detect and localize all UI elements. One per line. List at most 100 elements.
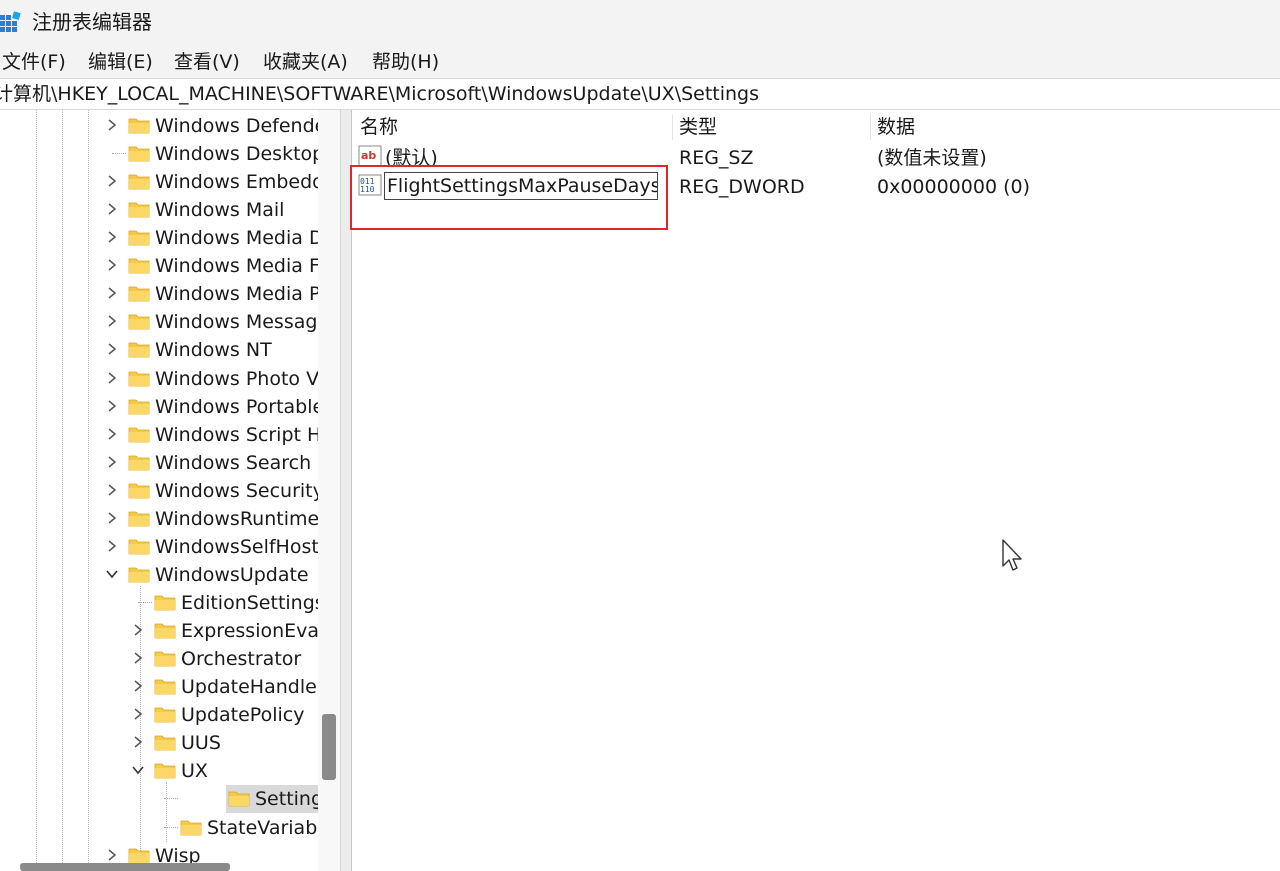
- folder-icon: [154, 595, 176, 611]
- chevron-right-icon[interactable]: [104, 173, 120, 189]
- folder-icon: [154, 623, 176, 639]
- tree-item[interactable]: UUS: [0, 729, 318, 757]
- tree-item[interactable]: UpdatePolicy: [0, 701, 318, 729]
- tree-item-label: Windows Search: [155, 451, 312, 474]
- folder-icon: [128, 399, 150, 414]
- tree-item[interactable]: Windows Defender: [0, 112, 318, 140]
- tree-horizontal-scroll-thumb[interactable]: [20, 863, 230, 871]
- chevron-right-icon[interactable]: [104, 201, 120, 217]
- tree-item[interactable]: WindowsRuntime: [0, 505, 318, 533]
- folder-icon: [128, 483, 150, 499]
- folder-icon: [128, 118, 150, 134]
- menu-edit[interactable]: 编辑(E): [88, 49, 153, 75]
- folder-icon: [128, 455, 150, 471]
- address-bar[interactable]: 计算机\HKEY_LOCAL_MACHINE\SOFTWARE\Microsof…: [0, 78, 1280, 110]
- tree-item-label: Windows Media D: [155, 227, 318, 250]
- tree-item[interactable]: WindowsUpdate: [0, 561, 318, 589]
- chevron-right-icon[interactable]: [104, 313, 120, 329]
- tree-item-label: Windows Script H: [155, 423, 318, 446]
- tree-item[interactable]: Windows Photo V: [0, 365, 318, 393]
- tree-item[interactable]: Windows Search: [0, 449, 318, 477]
- tree-item[interactable]: Windows Media F: [0, 252, 318, 280]
- tree-item[interactable]: Windows NT: [0, 336, 318, 364]
- chevron-right-icon[interactable]: [130, 678, 146, 694]
- tree-item[interactable]: Settings: [0, 785, 318, 814]
- tree-item[interactable]: Windows Mail: [0, 196, 318, 224]
- folder-icon: [128, 315, 150, 330]
- tree-item[interactable]: Windows Portable: [0, 393, 318, 421]
- tree-vertical-scroll-thumb[interactable]: [322, 714, 336, 780]
- tree-item-label: Windows Security: [155, 479, 318, 502]
- folder-icon: [180, 820, 202, 835]
- column-header-type[interactable]: 类型: [679, 114, 717, 140]
- tree-item-label: UpdatePolicy: [181, 704, 305, 727]
- menu-favorites[interactable]: 收藏夹(A): [263, 49, 348, 75]
- mouse-pointer-icon: [1002, 539, 1022, 571]
- tree-item-label: Orchestrator: [181, 648, 302, 671]
- svg-text:ab: ab: [361, 149, 376, 162]
- chevron-right-icon[interactable]: [104, 370, 120, 386]
- chevron-right-icon[interactable]: [104, 398, 120, 414]
- chevron-right-icon[interactable]: [104, 341, 120, 357]
- tree-connector-line: [138, 602, 152, 604]
- tree-item[interactable]: Windows Media D: [0, 224, 318, 252]
- tree-item-label: Windows Photo V: [155, 367, 318, 390]
- column-separator[interactable]: [870, 114, 871, 140]
- key-tree[interactable]: Windows Defender Windows Desktop Windows E…: [0, 110, 318, 871]
- chevron-right-icon[interactable]: [104, 257, 120, 273]
- chevron-right-icon[interactable]: [130, 650, 146, 666]
- folder-icon: [128, 371, 150, 386]
- folder-icon: [154, 735, 176, 751]
- column-header-data[interactable]: 数据: [877, 114, 915, 140]
- tree-item[interactable]: Windows Messaging: [0, 308, 318, 336]
- tree-item-label: UpdateHandlers: [181, 676, 318, 699]
- tree-item[interactable]: Windows Desktop: [0, 140, 318, 168]
- tree-item[interactable]: Windows Security: [0, 477, 318, 505]
- address-path[interactable]: 计算机\HKEY_LOCAL_MACHINE\SOFTWARE\Microsof…: [0, 82, 759, 106]
- tree-item[interactable]: Windows Embedded: [0, 168, 318, 196]
- tree-item[interactable]: Windows Script H: [0, 421, 318, 449]
- tree-item[interactable]: StateVariables: [0, 814, 318, 842]
- menu-view[interactable]: 查看(V): [174, 49, 240, 75]
- chevron-right-icon[interactable]: [104, 117, 120, 133]
- tree-item[interactable]: ExpressionEva: [0, 617, 318, 645]
- tree-item-label: ExpressionEva: [181, 620, 318, 643]
- chevron-down-icon[interactable]: [104, 566, 120, 582]
- tree-item[interactable]: Orchestrator: [0, 645, 318, 673]
- column-separator[interactable]: [672, 114, 673, 140]
- folder-icon: [228, 792, 250, 807]
- chevron-right-icon[interactable]: [130, 734, 146, 750]
- chevron-right-icon[interactable]: [104, 482, 120, 498]
- tree-connector-line: [164, 826, 178, 828]
- column-header-name[interactable]: 名称: [360, 114, 398, 140]
- tree-item[interactable]: Windows Media P: [0, 280, 318, 308]
- menu-file[interactable]: 文件(F): [2, 49, 66, 75]
- tree-item-label: UUS: [181, 732, 221, 755]
- tree-item-label: Windows Defender: [155, 115, 318, 137]
- folder-icon: [128, 146, 150, 162]
- chevron-right-icon[interactable]: [130, 706, 146, 722]
- chevron-down-icon[interactable]: [130, 762, 146, 778]
- chevron-right-icon[interactable]: [104, 454, 120, 470]
- folder-icon: [154, 651, 176, 667]
- tree-item-label: Windows Media P: [155, 283, 318, 306]
- folder-icon: [154, 679, 176, 695]
- chevron-right-icon[interactable]: [104, 538, 120, 554]
- folder-icon: [128, 567, 150, 583]
- tree-item[interactable]: EditionSettings: [0, 589, 318, 617]
- tree-item-label: Windows Embedded: [155, 171, 318, 194]
- registry-editor-icon: [0, 11, 21, 32]
- chevron-right-icon[interactable]: [104, 285, 120, 301]
- chevron-right-icon[interactable]: [104, 426, 120, 442]
- tree-item[interactable]: UpdateHandlers: [0, 673, 318, 701]
- chevron-right-icon[interactable]: [104, 510, 120, 526]
- chevron-right-icon[interactable]: [130, 622, 146, 638]
- chevron-right-icon[interactable]: [104, 229, 120, 245]
- chevron-right-icon[interactable]: [104, 847, 120, 863]
- window-title: 注册表编辑器: [32, 10, 152, 34]
- key-tree-pane[interactable]: Windows Defender Windows Desktop Windows E…: [0, 110, 340, 871]
- tree-item-label: Windows Portable: [155, 395, 318, 418]
- menu-help[interactable]: 帮助(H): [372, 49, 439, 75]
- tree-item[interactable]: UX: [0, 757, 318, 785]
- tree-item[interactable]: WindowsSelfHost: [0, 533, 318, 561]
